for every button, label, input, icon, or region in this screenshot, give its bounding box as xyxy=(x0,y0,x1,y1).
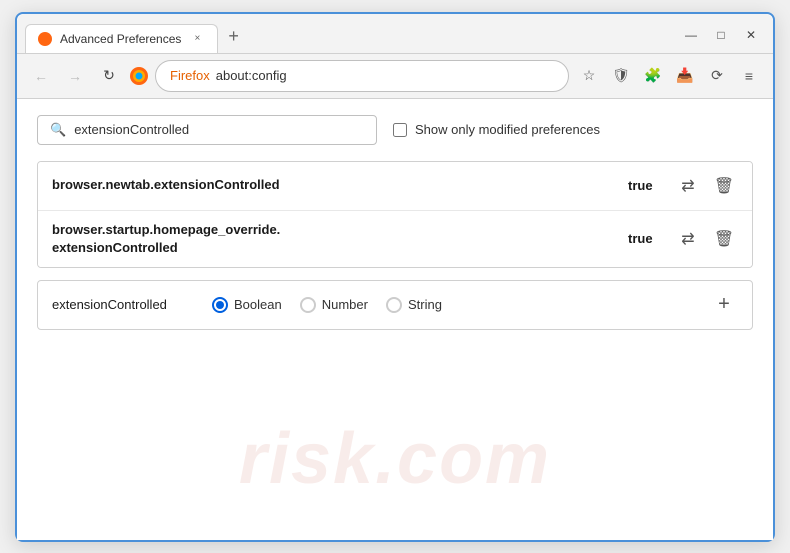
page-content: risk.com 🔍 Show only modified preference… xyxy=(17,99,773,540)
toggle-button-2[interactable]: ⇄ xyxy=(674,225,702,253)
active-tab: Advanced Preferences × xyxy=(25,24,218,53)
radio-label-number: Number xyxy=(322,297,368,312)
type-radio-group: Boolean Number String xyxy=(212,297,710,313)
trash-icon-1: 🗑 xyxy=(714,176,734,196)
shield-button[interactable]: 🛡 xyxy=(607,62,635,90)
preferences-table: browser.newtab.extensionControlled true … xyxy=(37,161,753,268)
radio-boolean[interactable]: Boolean xyxy=(212,297,282,313)
new-tab-button[interactable]: + xyxy=(218,20,249,53)
tab-title: Advanced Preferences xyxy=(60,32,181,46)
search-input[interactable] xyxy=(74,122,364,137)
extension-button[interactable]: 🧩 xyxy=(639,62,667,90)
pref-value-1: true xyxy=(628,178,658,193)
reload-button[interactable]: ↻ xyxy=(95,62,123,90)
download-button[interactable]: 📥 xyxy=(671,62,699,90)
maximize-button[interactable]: □ xyxy=(707,23,735,47)
pref-name-1: browser.newtab.extensionControlled xyxy=(52,176,628,194)
close-button[interactable]: ✕ xyxy=(737,23,765,47)
arrows-icon-2: ⇄ xyxy=(681,229,694,249)
address-url: about:config xyxy=(216,68,287,83)
sync-button[interactable]: ⟳ xyxy=(703,62,731,90)
show-modified-checkbox[interactable] xyxy=(393,123,407,137)
toggle-button-1[interactable]: ⇄ xyxy=(674,172,702,200)
window-controls: — □ ✕ xyxy=(677,23,765,53)
menu-button[interactable]: ≡ xyxy=(735,62,763,90)
arrows-icon-1: ⇄ xyxy=(681,176,694,196)
pref-name-2: browser.startup.homepage_override. exten… xyxy=(52,221,628,257)
title-bar: Advanced Preferences × + — □ ✕ xyxy=(17,14,773,54)
nav-icons: ☆ 🛡 🧩 📥 ⟳ ≡ xyxy=(575,62,763,90)
radio-label-string: String xyxy=(408,297,442,312)
browser-window: Advanced Preferences × + — □ ✕ ← → ↻ Fir… xyxy=(15,12,775,542)
delete-button-2[interactable]: 🗑 xyxy=(710,225,738,253)
tab-favicon xyxy=(38,32,52,46)
add-preference-button[interactable]: + xyxy=(710,291,738,319)
firefox-brand-label: Firefox xyxy=(170,68,210,83)
radio-number[interactable]: Number xyxy=(300,297,368,313)
address-bar[interactable]: Firefox about:config xyxy=(155,60,569,92)
radio-circle-string xyxy=(386,297,402,313)
pref-actions-2: ⇄ 🗑 xyxy=(674,225,738,253)
watermark: risk.com xyxy=(239,418,551,500)
radio-circle-boolean xyxy=(212,297,228,313)
radio-label-boolean: Boolean xyxy=(234,297,282,312)
bookmark-button[interactable]: ☆ xyxy=(575,62,603,90)
table-row: browser.startup.homepage_override. exten… xyxy=(38,211,752,267)
table-row: browser.newtab.extensionControlled true … xyxy=(38,162,752,211)
new-pref-name: extensionControlled xyxy=(52,297,192,312)
delete-button-1[interactable]: 🗑 xyxy=(710,172,738,200)
address-bar-content: Firefox about:config xyxy=(170,68,287,83)
forward-button[interactable]: → xyxy=(61,62,89,90)
search-icon: 🔍 xyxy=(50,122,66,138)
tab-close-button[interactable]: × xyxy=(189,31,205,47)
pref-value-2: true xyxy=(628,231,658,246)
trash-icon-2: 🗑 xyxy=(714,229,734,249)
radio-string[interactable]: String xyxy=(386,297,442,313)
search-box: 🔍 xyxy=(37,115,377,145)
radio-circle-number xyxy=(300,297,316,313)
nav-bar: ← → ↻ Firefox about:config ☆ 🛡 🧩 📥 ⟳ ≡ xyxy=(17,54,773,99)
search-row: 🔍 Show only modified preferences xyxy=(37,115,753,145)
back-button[interactable]: ← xyxy=(27,62,55,90)
minimize-button[interactable]: — xyxy=(677,23,705,47)
pref-actions-1: ⇄ 🗑 xyxy=(674,172,738,200)
show-modified-label[interactable]: Show only modified preferences xyxy=(393,122,600,137)
firefox-logo-icon xyxy=(129,66,149,86)
new-preference-row: extensionControlled Boolean Number Strin… xyxy=(37,280,753,330)
